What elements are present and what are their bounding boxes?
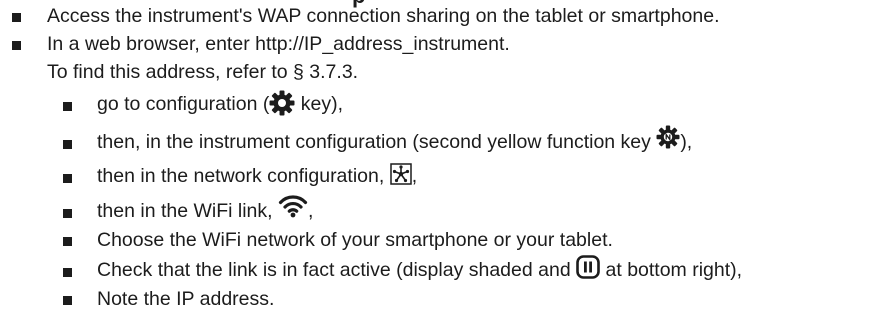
bullet bbox=[12, 41, 21, 50]
substep-network-after: , bbox=[411, 165, 418, 187]
bullet bbox=[63, 102, 72, 111]
substep-configuration-after: key), bbox=[295, 93, 344, 115]
substep-instrument-before: then, in the instrument configuration (s… bbox=[97, 131, 657, 153]
document-page: p Access the instrument's WAP connection… bbox=[0, 0, 895, 317]
substep-instrument-after: ), bbox=[680, 131, 693, 153]
step-2-text: In a web browser, enter http://IP_addres… bbox=[47, 33, 510, 55]
substep-choose: Choose the WiFi network of your smartpho… bbox=[97, 229, 613, 251]
bullet bbox=[63, 237, 72, 246]
bullet bbox=[63, 174, 72, 183]
substep-check-after: at bottom right), bbox=[600, 259, 743, 281]
substep-check: Check that the link is in fact active (d… bbox=[97, 255, 743, 283]
gear-n-icon bbox=[656, 125, 680, 149]
substep-configuration-before: go to configuration ( bbox=[97, 93, 270, 115]
substep-configuration: go to configuration ( key), bbox=[97, 90, 344, 118]
substep-wifi-before: then in the WiFi link, bbox=[97, 200, 278, 222]
bullet bbox=[63, 296, 72, 305]
bullet bbox=[63, 209, 72, 218]
gear-icon bbox=[269, 90, 295, 116]
substep-note-ip: Note the IP address. bbox=[97, 288, 275, 310]
step-1-text: Access the instrument's WAP connection s… bbox=[47, 5, 720, 27]
substep-check-before: Check that the link is in fact active (d… bbox=[97, 259, 577, 281]
substep-instrument: then, in the instrument configuration (s… bbox=[97, 125, 693, 155]
step-2-note: To find this address, refer to § 3.7.3. bbox=[47, 61, 359, 83]
network-icon bbox=[389, 163, 412, 185]
wifi-icon bbox=[278, 194, 308, 218]
substep-network: then in the network configuration, , bbox=[97, 163, 417, 189]
bullet bbox=[63, 140, 72, 149]
substep-wifi-after: , bbox=[307, 200, 314, 222]
pause-icon bbox=[576, 255, 600, 279]
bullet bbox=[12, 13, 21, 22]
bullet bbox=[63, 268, 72, 277]
substep-wifi: then in the WiFi link, , bbox=[97, 195, 314, 224]
substep-network-before: then in the network configuration, bbox=[97, 165, 390, 187]
